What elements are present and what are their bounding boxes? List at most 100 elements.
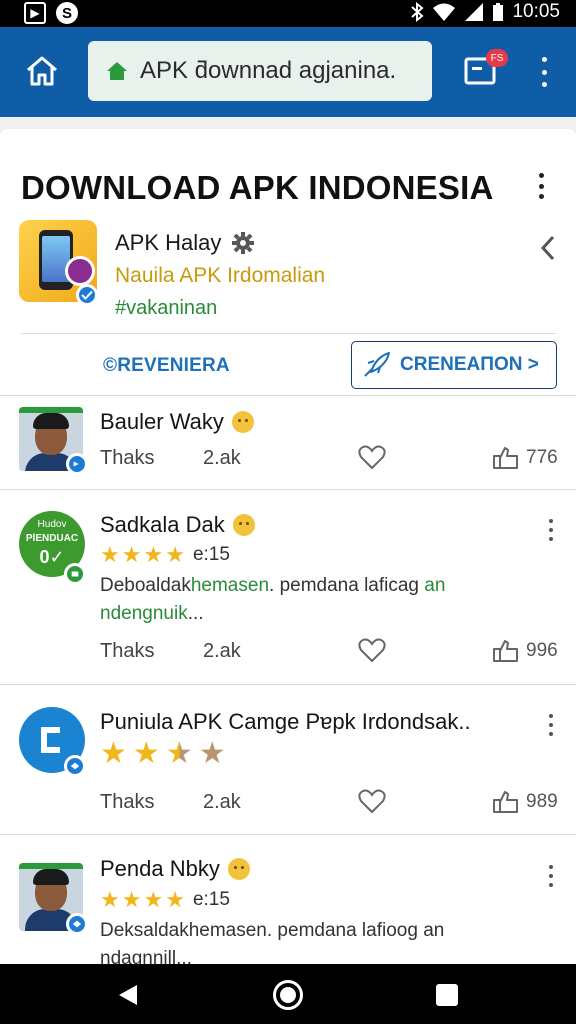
secure-home-icon (107, 62, 127, 80)
creneation-button[interactable]: CRENEAΠON > (351, 341, 557, 389)
desc-text: ndengnuik (100, 603, 188, 624)
card-menu-button[interactable] (534, 173, 548, 199)
rating-stars: ★ ★ ★ ★ e:15 (100, 889, 230, 911)
star-icon: ★ (100, 887, 120, 912)
verified-badge-icon (64, 755, 86, 777)
feed-item-actions: Thaks 2.ak 776 (100, 444, 560, 474)
emoji-icon (231, 411, 254, 433)
feed-item-actions: Thaks 2.ak 996 (100, 637, 560, 667)
heart-icon[interactable] (358, 637, 386, 663)
feed-item-title-text: Sadkala Dak (100, 512, 225, 537)
desc-text: ... (187, 603, 204, 624)
feed-item-title: Puniula APK Camge Pɐpk Irdondsak.. (100, 709, 471, 735)
app-name: APK Halay (115, 230, 255, 256)
rating-stars: ★ ★ ★ ★ e:15 (100, 544, 230, 566)
share-icon[interactable] (492, 444, 520, 470)
downloads-count: 2.ak (203, 640, 241, 662)
desc-text: Deksaldakhemasen. pemdana lafioog an (100, 920, 445, 941)
app-tag[interactable]: #vakaninan (115, 297, 217, 320)
heart-icon[interactable] (358, 444, 386, 470)
signal-icon (465, 3, 484, 21)
feed-item-title: Bauler Waky (100, 409, 254, 435)
battery-icon (493, 3, 504, 21)
downloads-count: 2.ak (203, 447, 241, 469)
recents-icon[interactable] (436, 984, 458, 1006)
feed-item-description: Deboaldakhemasen. pemdana laficag an nde… (100, 572, 480, 628)
star-icon: ★ (100, 737, 127, 770)
star-icon: ★ (165, 887, 185, 912)
feed-item-title-text: Bauler Waky (100, 409, 224, 434)
back-icon[interactable] (117, 983, 139, 1007)
creneation-label: CRENEAΠON > (400, 354, 539, 375)
rating-text: e:15 (192, 544, 230, 565)
divider (0, 834, 576, 835)
verified-badge-icon (64, 563, 86, 585)
feed-item-actions: Thaks 2.ak 989 (100, 788, 560, 818)
share-icon[interactable] (492, 637, 520, 663)
verified-badge-icon (76, 284, 98, 306)
feed-item-title-text: Puniula APK Camge Pɐpk Irdondsak.. (100, 709, 471, 734)
overflow-menu-button[interactable] (536, 57, 552, 87)
star-icon: ★ (143, 887, 164, 912)
divider (0, 684, 576, 685)
reveniera-link[interactable]: ©REVENIERA (103, 355, 230, 377)
desc-text: . pemdana laficag (269, 575, 420, 596)
item-menu-button[interactable] (544, 865, 558, 887)
divider (21, 333, 556, 334)
browser-toolbar: APK ƌownnad agjanina. FS (0, 27, 576, 117)
address-bar[interactable]: APK ƌownnad agjanina. (88, 41, 432, 101)
bluetooth-icon (411, 2, 424, 22)
chevron-left-icon[interactable] (536, 233, 560, 263)
feed-item-title: Penda Nbky (100, 856, 250, 882)
app-card: DOWNLOAD APK INDONESIA APK Halay Nauila … (0, 129, 576, 964)
divider (0, 489, 576, 490)
rocket-icon (364, 352, 390, 377)
status-time: 10:05 (512, 1, 560, 22)
tabs-badge: FS (486, 49, 508, 67)
likes-count: 989 (526, 791, 558, 812)
page-title: DOWNLOAD APK INDONESIA (21, 169, 494, 206)
image-icon: ▶ (24, 2, 46, 24)
feed-item-title: Sadkala Dak (100, 512, 255, 538)
item-menu-button[interactable] (544, 714, 558, 736)
item-menu-button[interactable] (544, 519, 558, 541)
thanks-button[interactable]: Thaks (100, 447, 154, 470)
gear-icon[interactable] (231, 231, 255, 255)
heart-icon[interactable] (358, 788, 386, 814)
desc-text: ndagnnill... (100, 948, 192, 964)
s-app-icon: S (56, 2, 78, 24)
home-button[interactable] (22, 53, 62, 89)
emoji-icon (227, 858, 250, 880)
feed-item-description: Deksaldakhemasen. pemdana lafioog an nda… (100, 917, 480, 964)
app-subtitle: Nauila APK Irdomalian (115, 264, 326, 287)
share-icon[interactable] (492, 788, 520, 814)
system-nav-bar (0, 964, 576, 1024)
home-icon (27, 56, 57, 86)
divider (0, 395, 576, 396)
avatar-text: Hudov (37, 519, 67, 530)
thanks-button[interactable]: Thaks (100, 640, 154, 663)
star-icon: ★ (132, 737, 160, 770)
verified-badge-icon (66, 913, 88, 935)
star-half-icon: ★ (165, 737, 193, 770)
likes-count: 776 (526, 447, 558, 468)
downloads-count: 2.ak (203, 791, 241, 813)
home-nav-button[interactable] (273, 980, 303, 1010)
avatar-text: PlENDUAC (25, 533, 79, 544)
url-text: APK ƌownnad agjanina. (140, 57, 397, 84)
star-icon: ★ (165, 542, 185, 567)
star-icon: ★ (143, 542, 164, 567)
thanks-button[interactable]: Thaks (100, 791, 154, 814)
wifi-icon (433, 3, 456, 21)
star-icon: ★ (100, 542, 120, 567)
star-icon: ★ (121, 887, 142, 912)
verified-badge-icon (66, 453, 88, 475)
status-bar: ▶ S 10:05 (0, 0, 576, 27)
desc-text: an (419, 575, 446, 596)
star-icon: ★ (198, 737, 226, 770)
feed-item-title-text: Penda Nbky (100, 856, 220, 881)
desc-text: hemasen (190, 575, 270, 596)
app-name-text: APK Halay (115, 230, 222, 255)
emoji-icon (232, 514, 255, 536)
rating-text: e:15 (192, 889, 230, 910)
